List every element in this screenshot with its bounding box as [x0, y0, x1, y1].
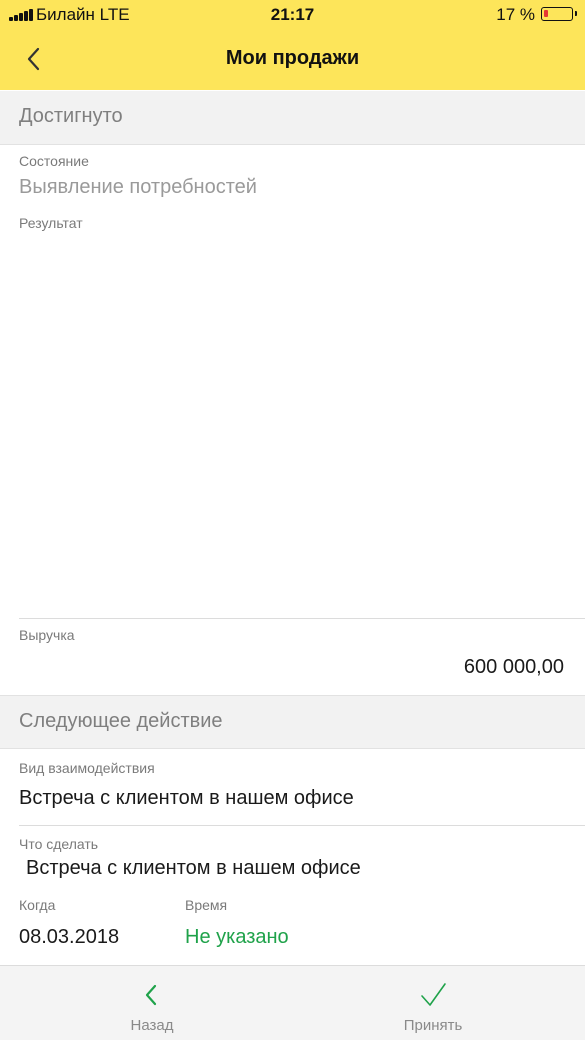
navigation-bar: Мои продажи: [0, 30, 585, 90]
back-toolbar-button[interactable]: Назад: [82, 966, 222, 1041]
state-value[interactable]: Выявление потребностей: [19, 176, 257, 199]
battery-percent: 17 %: [496, 5, 535, 24]
chevron-left-icon: [145, 984, 157, 1006]
section-header-next-action: Следующее действие: [0, 695, 585, 749]
time-label: Время: [185, 897, 228, 913]
status-bar: Билайн LTE 21:17 17 %: [0, 0, 585, 30]
revenue-label: Выручка: [19, 627, 75, 643]
todo-input[interactable]: Встреча с клиентом в нашем офисе: [26, 857, 361, 880]
result-textarea[interactable]: [19, 240, 564, 610]
section-header-achieved: Достигнуто: [0, 91, 585, 145]
interaction-type-label: Вид взаимодействия: [19, 760, 155, 776]
page-title: Мои продажи: [225, 47, 360, 69]
state-label: Состояние: [19, 153, 89, 169]
time-field[interactable]: Не указано: [185, 926, 289, 949]
interaction-type-select[interactable]: Встреча с клиентом в нашем офисе: [19, 787, 354, 810]
accept-toolbar-label: Принять: [403, 1017, 463, 1034]
section-title: Следующее действие: [19, 710, 223, 732]
section-title: Достигнуто: [19, 105, 123, 127]
divider: [19, 825, 585, 826]
checkmark-icon: [421, 983, 446, 1006]
when-date-field[interactable]: 08.03.2018: [19, 926, 119, 949]
accept-toolbar-button[interactable]: Принять: [363, 966, 503, 1041]
battery-icon: [541, 7, 577, 21]
bottom-toolbar: Назад Принять: [0, 965, 585, 1040]
when-label: Когда: [19, 897, 56, 913]
result-label: Результат: [19, 215, 83, 231]
divider: [19, 618, 585, 619]
back-toolbar-label: Назад: [130, 1017, 174, 1034]
todo-label: Что сделать: [19, 836, 99, 852]
revenue-input[interactable]: 600 000,00: [464, 656, 564, 679]
battery-level-fill: [544, 10, 548, 17]
